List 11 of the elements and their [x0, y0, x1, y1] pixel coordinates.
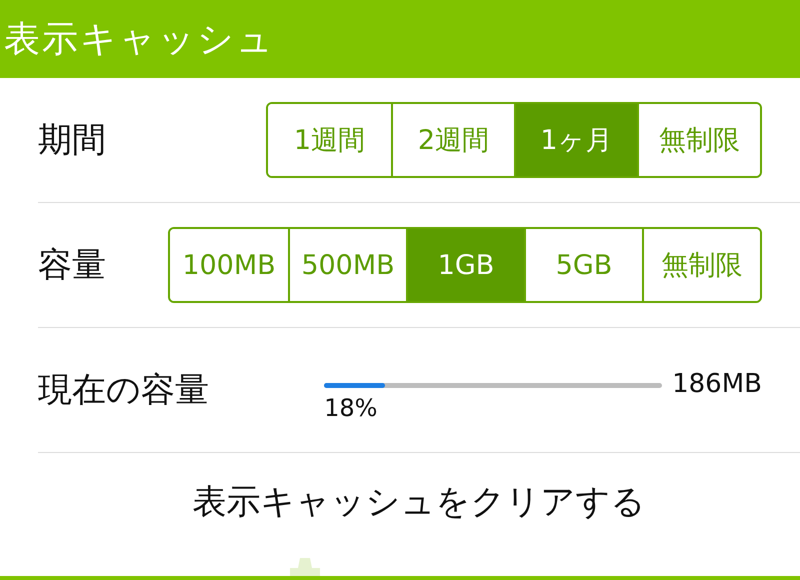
- usage-label: 現在の容量: [38, 369, 209, 412]
- segment-option[interactable]: 無制限: [642, 229, 760, 301]
- clear-cache-button[interactable]: 表示キャッシュをクリアする: [192, 453, 646, 525]
- period-label: 期間: [38, 119, 106, 162]
- usage-percent: 18%: [324, 394, 378, 422]
- usage-size: 186MB: [672, 368, 762, 398]
- segment-option[interactable]: 無制限: [637, 104, 760, 176]
- segment-option[interactable]: 1ヶ月: [514, 104, 637, 176]
- segment-option[interactable]: 1GB: [406, 229, 524, 301]
- header-title: 表示キャッシュ: [4, 18, 275, 62]
- capacity-label: 容量: [38, 244, 106, 287]
